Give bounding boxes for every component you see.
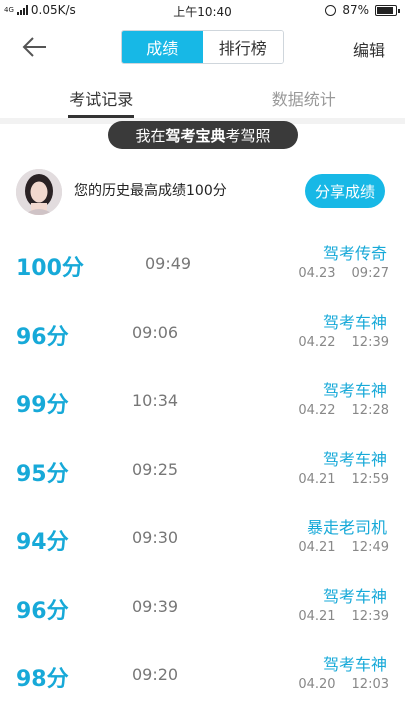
back-button[interactable]	[20, 32, 50, 62]
app-banner: 我在 驾考宝典 考驾照	[108, 121, 298, 149]
record-score: 96分	[16, 324, 69, 350]
record-duration: 09:06	[132, 322, 179, 342]
header: 成绩 排行榜 编辑	[0, 22, 405, 74]
record-score: 100分	[16, 256, 84, 281]
record-row[interactable]: 95分 09:25 驾考车神 04.21 12:59	[0, 434, 405, 503]
battery-percent: 87%	[342, 3, 369, 17]
record-row[interactable]: 99分 10:34 驾考车神 04.22 12:28	[0, 365, 405, 434]
record-clock: 12:39	[351, 608, 389, 624]
record-list: 100分 09:49 驾考传奇 04.23 09:27 96分 09:06 驾考车…	[0, 228, 405, 708]
banner-brand: 驾考宝典	[165, 126, 226, 145]
record-duration: 09:25	[132, 459, 179, 479]
record-date: 04.21	[298, 471, 336, 487]
record-clock: 09:27	[351, 266, 389, 281]
record-title: 暴走老司机	[306, 518, 387, 537]
record-title: 驾考车神	[322, 449, 387, 469]
record-clock: 12:39	[351, 334, 389, 350]
record-score: 96分	[16, 598, 69, 624]
record-score: 94分	[16, 530, 69, 555]
best-score-text: 您的历史最高成绩100分	[74, 183, 227, 199]
record-datetime: 04.22 12:28	[298, 403, 389, 418]
avatar-image	[16, 169, 62, 215]
record-duration: 09:20	[132, 665, 179, 684]
status-bar: 4G 0.05K/s 上午10:40 87%	[0, 0, 405, 22]
record-row[interactable]: 94分 09:30 暴走老司机 04.21 12:49	[0, 502, 405, 571]
record-date: 04.21	[298, 608, 336, 624]
record-date: 04.21	[298, 540, 336, 555]
record-date: 04.23	[298, 266, 336, 281]
banner-prefix: 我在	[135, 126, 166, 145]
record-clock: 12:03	[351, 677, 389, 692]
record-datetime: 04.22 12:39	[298, 335, 389, 350]
status-right: 87%	[325, 3, 400, 17]
record-datetime: 04.23 09:27	[298, 266, 389, 281]
record-title: 驾考传奇	[322, 244, 387, 263]
tab-score[interactable]: 成绩	[122, 31, 203, 63]
share-score-button[interactable]: 分享成绩	[305, 174, 385, 208]
record-clock: 12:59	[351, 471, 389, 487]
banner-suffix: 考驾照	[225, 126, 271, 145]
subtabs: 考试记录 数据统计	[0, 74, 405, 118]
battery-icon	[375, 4, 400, 16]
record-duration: 09:39	[132, 596, 179, 616]
record-clock: 12:28	[351, 403, 389, 418]
tab-ranking[interactable]: 排行榜	[202, 31, 283, 63]
avatar	[16, 169, 62, 215]
record-datetime: 04.21 12:39	[298, 609, 389, 624]
record-datetime: 04.21 12:59	[298, 472, 389, 487]
record-title: 驾考车神	[322, 381, 387, 400]
record-title: 驾考车神	[322, 655, 387, 674]
record-title: 驾考车神	[322, 312, 387, 332]
tab-data-stats[interactable]: 数据统计	[203, 74, 405, 118]
record-duration: 09:30	[132, 528, 179, 547]
alarm-icon	[325, 4, 337, 16]
record-row[interactable]: 100分 09:49 驾考传奇 04.23 09:27	[0, 228, 405, 297]
record-date: 04.22	[298, 403, 336, 418]
back-arrow-icon	[22, 37, 46, 57]
record-duration: 09:49	[145, 254, 192, 273]
record-row[interactable]: 98分 09:20 驾考车神 04.20 12:03	[0, 639, 405, 708]
record-row[interactable]: 96分 09:06 驾考车神 04.22 12:39	[0, 297, 405, 366]
record-date: 04.22	[298, 334, 336, 350]
profile-row: 您的历史最高成绩100分 分享成绩	[0, 160, 405, 220]
segment-control: 成绩 排行榜	[121, 30, 284, 64]
record-duration: 10:34	[132, 391, 179, 410]
record-date: 04.20	[298, 677, 336, 692]
record-datetime: 04.21 12:49	[298, 540, 389, 555]
record-score: 98分	[16, 667, 69, 692]
record-score: 95分	[16, 461, 69, 487]
record-datetime: 04.20 12:03	[298, 677, 389, 692]
record-clock: 12:49	[351, 540, 389, 555]
tab-exam-records[interactable]: 考试记录	[0, 74, 203, 118]
record-score: 99分	[16, 393, 69, 418]
record-row[interactable]: 96分 09:39 驾考车神 04.21 12:39	[0, 571, 405, 640]
edit-button[interactable]: 编辑	[353, 37, 385, 61]
record-title: 驾考车神	[322, 586, 387, 606]
